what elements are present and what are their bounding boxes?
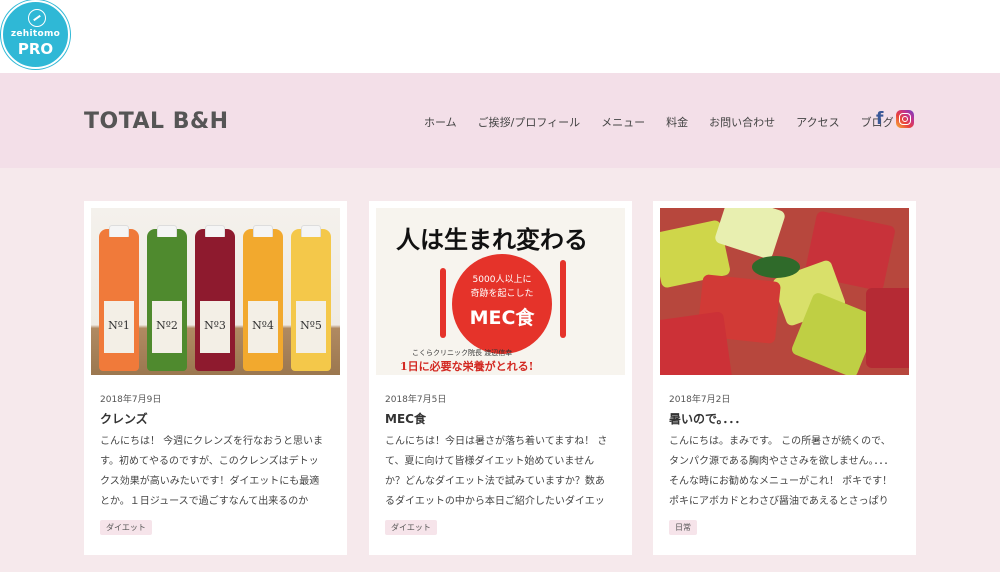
book-author: こくらクリニック院長 渡辺信幸 bbox=[412, 349, 513, 357]
circle-line: 5000人以上に bbox=[472, 275, 532, 285]
badge-pro: PRO bbox=[17, 40, 54, 58]
nav-item-profile[interactable]: ご挨拶/プロフィール bbox=[478, 114, 581, 130]
bottle: Nº5 bbox=[291, 225, 331, 371]
post-category-tag[interactable]: ダイエット bbox=[385, 520, 437, 535]
post-thumbnail-book[interactable]: 人は生まれ変わる 5000人以上に 奇跡を起こした MEC食 こくらクリニック院… bbox=[376, 208, 625, 375]
site-header: TOTAL B&H ホーム ご挨拶/プロフィール メニュー 料金 お問い合わせ … bbox=[0, 73, 1000, 168]
main-nav: ホーム ご挨拶/プロフィール メニュー 料金 お問い合わせ アクセス ブログ bbox=[424, 114, 915, 130]
zehitomo-pro-badge[interactable]: zehitomo PRO bbox=[1, 0, 70, 69]
post-card[interactable]: Nº1 Nº2 Nº3 Nº4 Nº5 2018年7月9日 クレンズ こんにちは… bbox=[84, 201, 347, 555]
social-links: f bbox=[876, 110, 914, 128]
circle-line: 奇跡を起こした bbox=[470, 289, 534, 299]
post-category-tag[interactable]: ダイエット bbox=[100, 520, 152, 535]
tuna-chunk bbox=[866, 288, 909, 368]
post-excerpt: こんにちは。まみです。 この所暑さが続くので、タンパク源である胸肉やささみを欲し… bbox=[669, 436, 894, 507]
post-date: 2018年7月2日 bbox=[669, 395, 731, 405]
herb-garnish bbox=[752, 256, 800, 278]
post-excerpt: こんにちは！ 今週にクレンズを行なおうと思います。初めてやるのですが、このクレン… bbox=[100, 436, 323, 507]
bottle-label: Nº1 bbox=[104, 301, 134, 353]
knife-icon bbox=[560, 260, 566, 338]
poke-bowl-image bbox=[660, 208, 909, 375]
book-red-circle: 5000人以上に 奇跡を起こした MEC食 bbox=[452, 254, 552, 354]
bottle-label: Nº5 bbox=[296, 301, 326, 353]
bottle-label: Nº2 bbox=[152, 301, 182, 353]
juice-bottles-image: Nº1 Nº2 Nº3 Nº4 Nº5 bbox=[91, 208, 340, 375]
bottle-label: Nº3 bbox=[200, 301, 230, 353]
bottle-label: Nº4 bbox=[248, 301, 278, 353]
post-card[interactable]: 2018年7月2日 暑いので。．．． こんにちは。まみです。 この所暑さが続くの… bbox=[653, 201, 916, 555]
top-bar: zehitomo PRO bbox=[0, 0, 1000, 73]
nav-item-menu[interactable]: メニュー bbox=[601, 114, 645, 130]
post-card[interactable]: 人は生まれ変わる 5000人以上に 奇跡を起こした MEC食 こくらクリニック院… bbox=[369, 201, 632, 555]
post-thumbnail-juice[interactable]: Nº1 Nº2 Nº3 Nº4 Nº5 bbox=[91, 208, 340, 375]
post-date: 2018年7月9日 bbox=[100, 395, 162, 405]
post-title[interactable]: MEC食 bbox=[385, 410, 426, 427]
nav-item-price[interactable]: 料金 bbox=[666, 114, 688, 130]
bottle: Nº3 bbox=[195, 225, 235, 371]
post-title[interactable]: 暑いので。．．． bbox=[669, 410, 747, 427]
fork-icon bbox=[440, 268, 446, 338]
mec-book-cover-image: 人は生まれ変わる 5000人以上に 奇跡を起こした MEC食 こくらクリニック院… bbox=[376, 208, 625, 375]
book-headline: 人は生まれ変わる bbox=[396, 225, 588, 254]
badge-word: zehitomo bbox=[10, 29, 61, 39]
post-category-tag[interactable]: 日常 bbox=[669, 520, 697, 535]
bottle: Nº2 bbox=[147, 225, 187, 371]
post-excerpt: こんにちは！今日は暑さが落ち着いてますね！ さて、夏に向けて皆様ダイエット始めて… bbox=[385, 436, 608, 507]
zehitomo-mark-icon bbox=[28, 9, 46, 27]
circle-title: MEC食 bbox=[469, 307, 535, 329]
post-title[interactable]: クレンズ bbox=[100, 410, 148, 427]
facebook-icon[interactable]: f bbox=[876, 110, 886, 128]
nav-item-access[interactable]: アクセス bbox=[796, 114, 839, 130]
tuna-chunk bbox=[660, 311, 733, 375]
bottle: Nº4 bbox=[243, 225, 283, 371]
post-thumbnail-poke[interactable] bbox=[660, 208, 909, 375]
nav-item-contact[interactable]: お問い合わせ bbox=[709, 114, 775, 130]
instagram-icon[interactable] bbox=[896, 110, 914, 128]
bottle: Nº1 bbox=[99, 225, 139, 371]
book-bottom-text: 1日に必要な栄養がとれる! bbox=[400, 360, 534, 373]
site-title[interactable]: TOTAL B&H bbox=[84, 109, 229, 134]
post-date: 2018年7月5日 bbox=[385, 395, 447, 405]
nav-item-home[interactable]: ホーム bbox=[424, 114, 457, 130]
